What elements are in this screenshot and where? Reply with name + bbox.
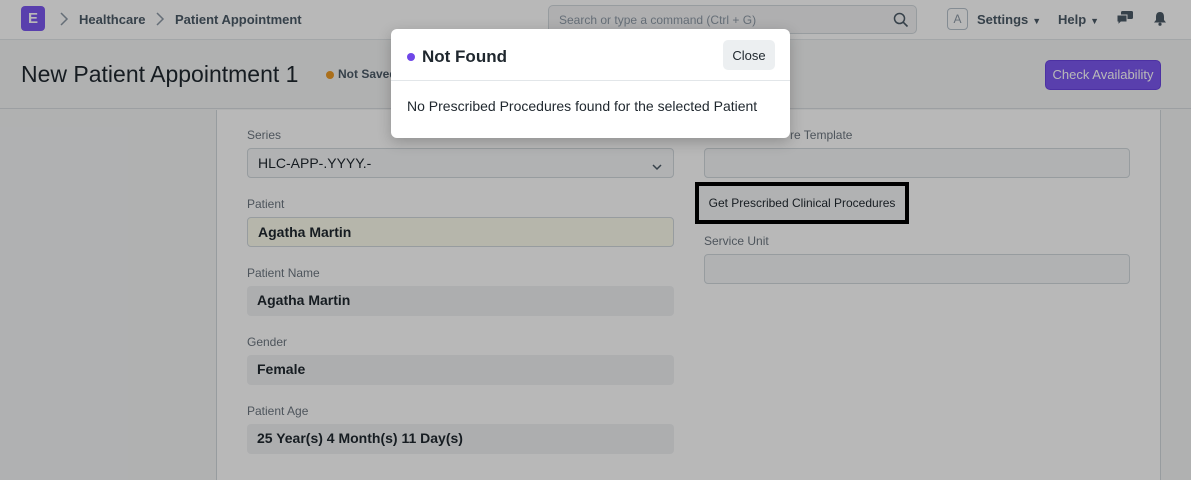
not-found-dialog: Not Found Close No Prescribed Procedures…: [391, 29, 790, 138]
dialog-message: No Prescribed Procedures found for the s…: [407, 98, 758, 114]
dialog-header: Not Found Close: [391, 29, 790, 81]
close-button[interactable]: Close: [723, 40, 775, 70]
dialog-indicator-dot: [407, 53, 415, 61]
dialog-title: Not Found: [422, 47, 507, 66]
